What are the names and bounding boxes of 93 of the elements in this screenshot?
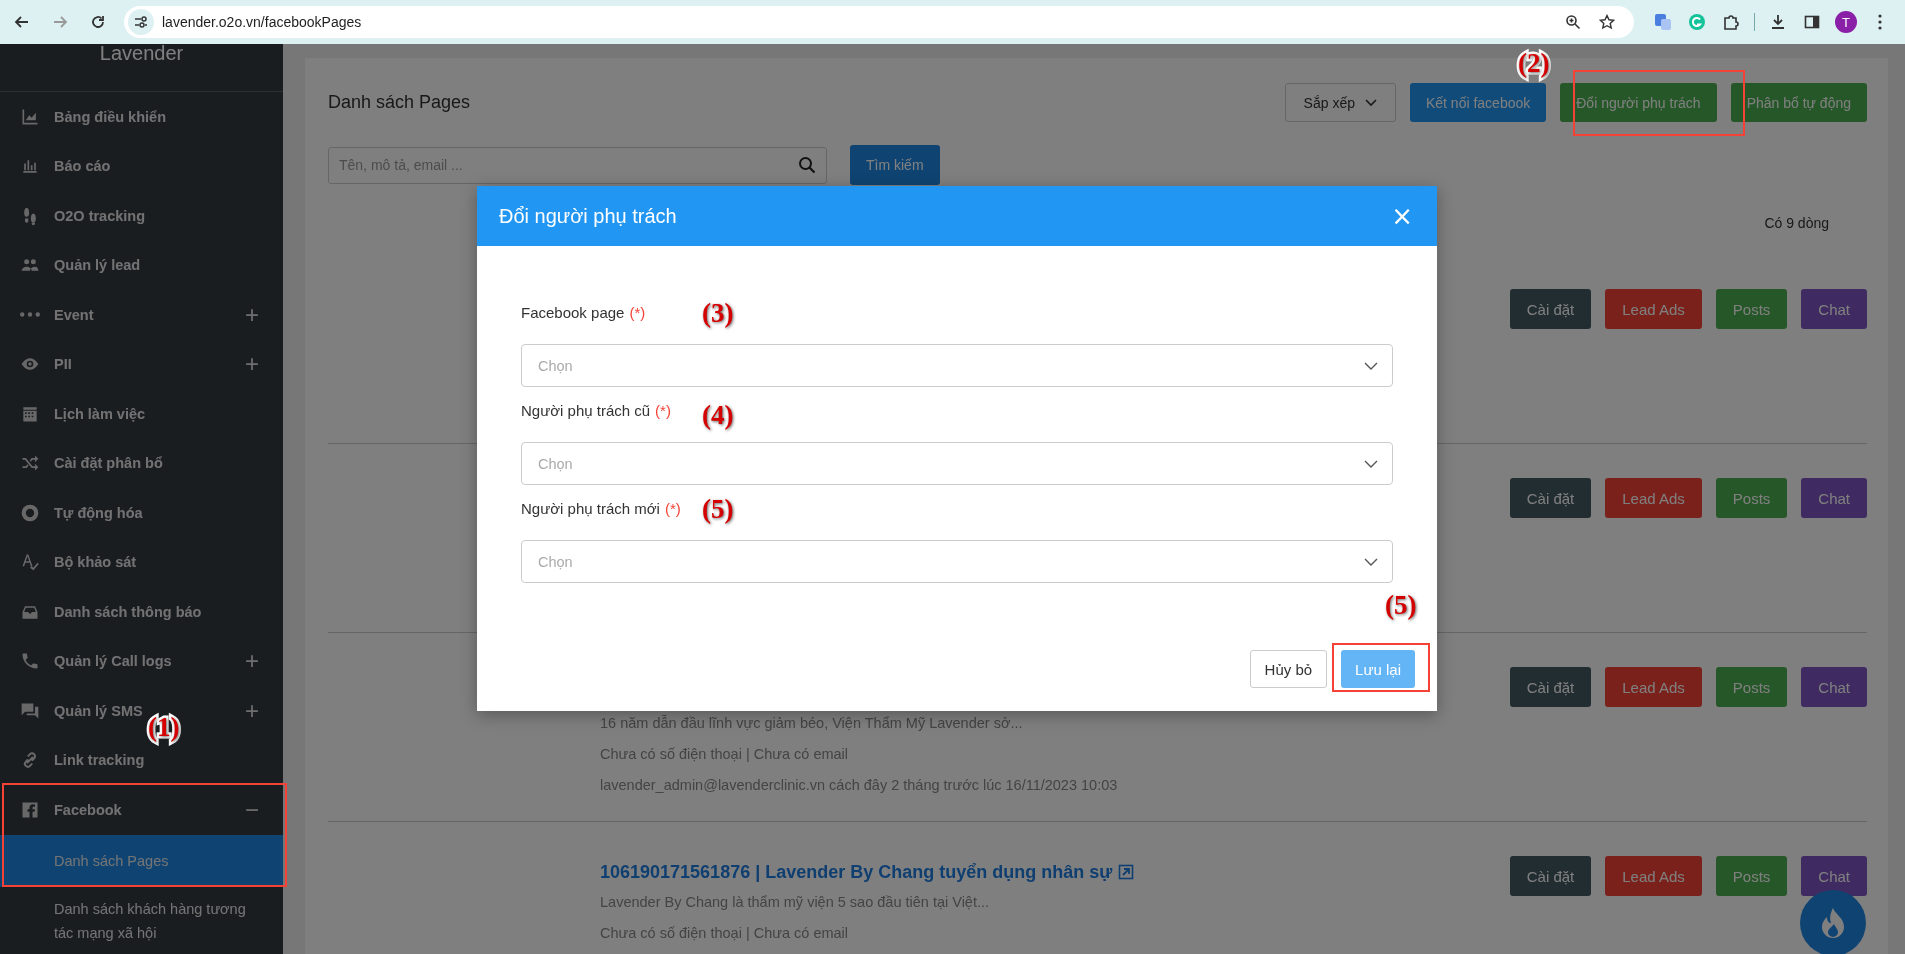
sidebar-item[interactable]: Quản lý Call logs [54, 653, 172, 670]
chevron-down-icon [1364, 98, 1377, 107]
step-number: (5) [1385, 590, 1417, 620]
field-label: Người phụ trách mới [521, 500, 660, 519]
submenu-item[interactable]: Danh sách Pages [0, 834, 283, 887]
expand-toggle[interactable]: + [245, 651, 259, 672]
step-number: (3) [702, 298, 734, 328]
row-action-button[interactable]: Posts [1715, 667, 1788, 707]
chevron-down-icon [1364, 361, 1378, 370]
profile-avatar[interactable]: T [1835, 11, 1857, 33]
row-action-button[interactable]: Cài đặt [1509, 289, 1592, 329]
sidebar-item[interactable]: Lịch làm việc [54, 405, 146, 422]
row-action-button[interactable]: Posts [1715, 478, 1788, 518]
row-action-button[interactable]: Chat [1801, 478, 1867, 518]
row-action-button[interactable]: Chat [1801, 667, 1867, 707]
close-button[interactable]: × [1391, 203, 1413, 229]
zoom-icon[interactable] [1565, 14, 1581, 30]
row-action-button[interactable]: Cài đặt [1509, 667, 1592, 707]
sidebar-item[interactable]: Cài đặt phân bổ [54, 455, 163, 472]
row-action-button[interactable]: Cài đặt [1509, 478, 1592, 518]
flame-icon [1820, 907, 1846, 939]
sidebar-item[interactable]: Bộ khảo sát [54, 554, 137, 571]
sidebar-item[interactable]: PII [54, 356, 72, 373]
sidebar-item[interactable]: Link tracking [54, 752, 145, 769]
search-button[interactable]: Tìm kiếm [850, 145, 940, 185]
sidebar-item[interactable]: Event [54, 306, 94, 323]
row-action-button[interactable]: Lead Ads [1605, 478, 1702, 518]
cancel-button[interactable]: Hủy bỏ [1249, 650, 1328, 688]
contact-info: Chưa có số điện thoại | Chưa có email [600, 745, 849, 762]
puzzle-icon[interactable] [1722, 13, 1740, 31]
expand-toggle[interactable]: + [245, 354, 259, 375]
row-action-button[interactable]: Lead Ads [1605, 856, 1702, 896]
select-field[interactable]: Chọn [521, 540, 1393, 583]
action-button[interactable]: Kết nối facebook [1409, 83, 1547, 122]
select-field[interactable]: Chọn [521, 344, 1393, 387]
select-field[interactable]: Chọn [521, 442, 1393, 485]
sort-dropdown[interactable]: Sắp xếp [1284, 83, 1396, 122]
brand-name: Lavender [99, 44, 184, 64]
page-link[interactable]: 106190171561876 | Lavender By Chang tuyển dụng nhân sự [600, 861, 1113, 883]
update-info: lavender_admin@lavenderclinic.vn cách đây 2 tháng trước lúc 16/11/2023 10:03 [600, 776, 1118, 793]
field-label: Người phụ trách cũ [521, 402, 651, 421]
chevron-down-icon [1364, 459, 1378, 468]
row-count: Có 9 dòng [1764, 215, 1829, 231]
dots-icon [20, 312, 40, 318]
field-label: Facebook page [521, 304, 625, 323]
page-description: Lavender By Chang là thẩm mỹ viện 5 sao đầu tiên tại Việt... [600, 893, 990, 910]
row-action-button[interactable]: Lead Ads [1605, 667, 1702, 707]
expand-toggle[interactable]: + [245, 304, 259, 325]
search-icon[interactable] [798, 156, 816, 174]
action-button[interactable]: Đổi người phụ trách [1560, 83, 1717, 122]
required-mark: (*) [629, 304, 646, 323]
action-button[interactable]: Phân bổ tự động [1730, 83, 1867, 122]
expand-toggle[interactable]: + [245, 700, 259, 721]
menu-icon[interactable] [1878, 14, 1882, 30]
reload-icon[interactable] [90, 14, 106, 30]
dialog-title: Đổi người phụ trách [499, 204, 678, 228]
row-action-button[interactable]: Chat [1801, 856, 1867, 896]
row-action-button[interactable]: Chat [1801, 289, 1867, 329]
row-action-button[interactable]: Lead Ads [1605, 289, 1702, 329]
row-action-button[interactable]: Posts [1715, 856, 1788, 896]
required-mark: (*) [655, 402, 671, 421]
required-mark: (*) [664, 500, 681, 519]
contact-info: Chưa có số điện thoại | Chưa có email [600, 924, 849, 941]
ring-icon [20, 502, 40, 523]
chevron-down-icon [1364, 557, 1378, 566]
sidebar-item[interactable]: Tự động hóa [54, 504, 143, 521]
sidebar-item[interactable]: Quản lý SMS [54, 702, 143, 719]
site-settings-icon[interactable] [134, 16, 148, 28]
step-number: (4) [702, 400, 734, 430]
side-panel-icon[interactable] [1804, 14, 1820, 30]
page-description: 16 năm dẫn đầu lĩnh vực giảm béo, Viện Thẩm Mỹ Lavender sở... [600, 714, 1023, 731]
row-action-button[interactable]: Cài đặt [1509, 856, 1592, 896]
sidebar-item[interactable]: Bảng điều khiển [54, 108, 166, 125]
sidebar-item[interactable]: Danh sách thông báo [54, 603, 202, 620]
sidebar-item[interactable]: Quản lý lead [54, 257, 141, 274]
sidebar-item[interactable]: Báo cáo [54, 158, 111, 175]
step-number: (1) [148, 712, 180, 742]
address-bar[interactable]: lavender.o2o.vn/facebookPages [124, 6, 1634, 38]
spellcheck-icon [20, 552, 40, 573]
collapse-toggle[interactable]: − [245, 799, 259, 820]
sidebar-item[interactable]: Facebook [54, 801, 122, 818]
save-button[interactable]: Lưu lại [1341, 650, 1415, 688]
back-icon[interactable] [14, 14, 30, 30]
step-number: (5) [702, 494, 734, 524]
step-number: (2) [1518, 48, 1550, 78]
page-title: Danh sách Pages [328, 92, 472, 113]
star-icon[interactable] [1599, 14, 1615, 30]
url-text: lavender.o2o.vn/facebookPages [162, 14, 363, 30]
external-link-icon[interactable] [1118, 864, 1135, 880]
sidebar-item[interactable]: O2O tracking [54, 207, 146, 224]
download-icon[interactable] [1770, 14, 1786, 30]
translate-icon[interactable] [1654, 13, 1672, 31]
row-action-button[interactable]: Posts [1715, 289, 1788, 329]
